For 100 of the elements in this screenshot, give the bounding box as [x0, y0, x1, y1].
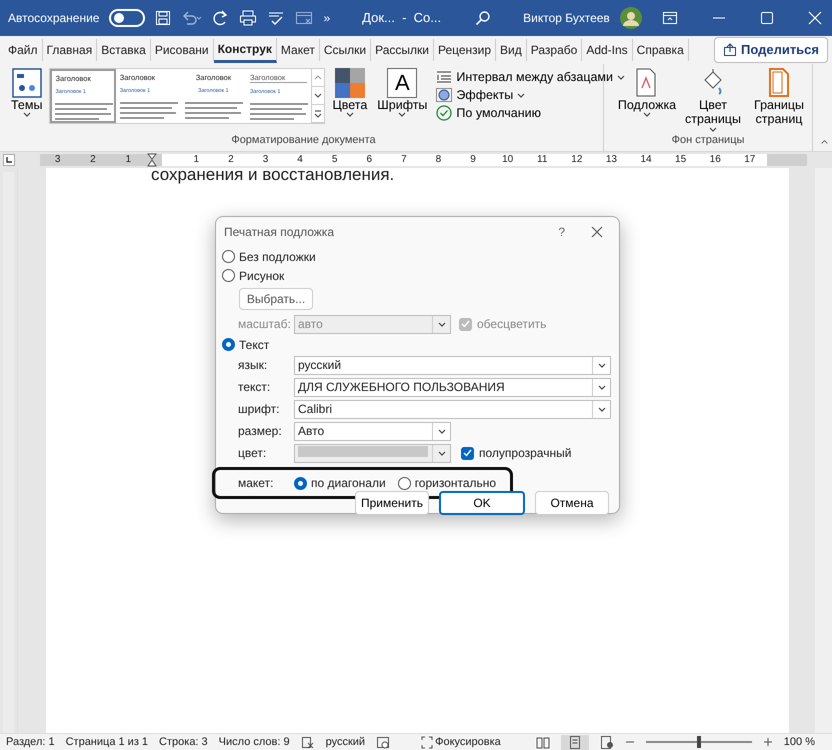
ribbon-tab[interactable]: Вставка	[97, 39, 151, 61]
more-commands-button[interactable]: »	[323, 9, 330, 27]
themes-button[interactable]: Темы	[8, 68, 46, 118]
checkbox[interactable]	[461, 446, 474, 460]
text-lines-icon	[120, 100, 180, 121]
radio-label[interactable]: по диагонали	[311, 474, 386, 492]
radio-button[interactable]	[294, 476, 307, 490]
autosave-toggle[interactable]	[109, 9, 146, 27]
spellcheck-icon[interactable]	[267, 10, 286, 26]
radio-button[interactable]	[222, 338, 235, 351]
group-label: Фон страницы	[670, 132, 746, 148]
page-borders-button[interactable]: Границы страниц	[750, 68, 808, 127]
radio-label[interactable]: Рисунок	[239, 266, 284, 284]
checkbox-label: обесцветить	[477, 316, 546, 333]
ribbon-tab[interactable]: Ссылки	[320, 39, 372, 61]
dropdown-field[interactable]: Авто	[294, 422, 451, 440]
zoom-slider-thumb[interactable]	[696, 736, 701, 748]
printer-icon[interactable]	[239, 10, 258, 26]
caret-icon	[643, 112, 651, 118]
help-button[interactable]: ?	[558, 223, 565, 241]
ribbon-tab[interactable]: Рисовани	[150, 39, 214, 61]
ribbon-tab[interactable]: Вид	[496, 39, 527, 61]
group-label: Форматирование документа	[230, 132, 377, 148]
ruler-number: 15	[674, 154, 688, 166]
user-name: Виктор Бухтеев	[523, 10, 610, 27]
autosave-label: Автосохранение	[8, 10, 100, 27]
dialog-button[interactable]: Отмена	[535, 491, 609, 515]
dropdown-field[interactable]: русский	[294, 356, 611, 374]
window-icon[interactable]	[295, 10, 314, 26]
caret-icon	[438, 322, 446, 326]
ruler-number: 4	[296, 154, 304, 166]
focus-mode-button[interactable]: Фокусировка	[421, 734, 501, 750]
dropdown-field[interactable]: ДЛЯ СЛУЖЕБНОГО ПОЛЬЗОВАНИЯ	[294, 378, 611, 396]
ribbon-tab[interactable]: Разрабо	[526, 39, 582, 61]
scroll-down-icon[interactable]	[314, 92, 322, 100]
text-lines-icon	[55, 102, 114, 121]
share-button[interactable]: Поделиться	[714, 37, 828, 63]
ribbon-display-icon[interactable]	[662, 11, 678, 25]
dialog-button[interactable]: OK	[439, 491, 525, 515]
ribbon-tab[interactable]: Add-Ins	[582, 39, 633, 61]
ruler-margin	[767, 154, 807, 166]
field-label: макет:	[238, 475, 274, 492]
ribbon-tab[interactable]: Макет	[276, 39, 320, 61]
field-label: текст:	[238, 379, 272, 396]
caret-icon	[438, 450, 446, 456]
checkbox[interactable]	[459, 318, 472, 330]
field-label: размер:	[238, 423, 283, 440]
radio-label[interactable]: Без подложки	[239, 248, 316, 266]
caret-icon	[617, 74, 626, 80]
ribbon-tab[interactable]: Справка	[632, 39, 689, 61]
colors-button[interactable]: Цвета	[329, 68, 370, 118]
zoom-percent[interactable]: 100 %	[784, 734, 815, 750]
print-layout-button[interactable]	[560, 734, 589, 750]
ruler-number: 6	[365, 154, 374, 166]
search-icon[interactable]	[475, 10, 492, 26]
radio-button[interactable]	[222, 250, 235, 263]
radio-button[interactable]	[398, 476, 411, 490]
ruler-number: 1	[124, 154, 132, 166]
ruler-number: 2	[227, 154, 235, 166]
ribbon-tab[interactable]: Файл	[4, 39, 43, 61]
maximize-icon[interactable]	[760, 11, 774, 25]
ribbon-tab[interactable]: Главная	[42, 39, 98, 61]
radio-button[interactable]	[222, 269, 235, 282]
tab-stop-icon[interactable]	[3, 154, 15, 166]
radio-label[interactable]: горизонтально	[414, 474, 496, 492]
language-status[interactable]: русский	[326, 734, 366, 750]
proofing-icon[interactable]	[300, 736, 315, 748]
zoom-in-icon[interactable]	[762, 737, 773, 747]
gallery-expand-icon[interactable]	[314, 110, 322, 118]
ribbon-tab[interactable]: Рассылки	[371, 39, 434, 61]
avatar-icon[interactable]	[620, 7, 642, 29]
status-text: Страница 1 из 1	[66, 734, 148, 750]
read-mode-icon[interactable]	[536, 736, 550, 748]
select-picture-button[interactable]: Выбрать...	[239, 288, 313, 310]
ruler-number: 3	[54, 154, 62, 166]
effects-icon	[436, 88, 452, 102]
collapse-ribbon-icon[interactable]	[821, 139, 828, 145]
checkbox-label: полупрозрачный	[479, 445, 572, 462]
web-layout-icon[interactable]	[600, 736, 614, 748]
dropdown-field[interactable]: Calibri	[294, 400, 611, 418]
dialog-button[interactable]: Применить	[355, 491, 429, 515]
fonts-button[interactable]: A Шрифты	[374, 68, 430, 118]
field-label: шрифт:	[238, 401, 280, 418]
document-title: Док... - Со...	[362, 9, 442, 28]
ruler-number: 10	[501, 154, 514, 166]
ruler-number: 14	[639, 154, 653, 166]
ribbon-tab[interactable]: Рецензир	[434, 39, 496, 61]
status-text: Раздел: 1	[6, 734, 55, 750]
document-text: сохранения и восстановления.	[151, 168, 396, 183]
accessibility-icon[interactable]	[376, 736, 390, 748]
undo-icon[interactable]	[181, 10, 204, 26]
dropdown-field[interactable]	[294, 444, 451, 462]
radio-label[interactable]: Текст	[239, 336, 270, 354]
save-icon[interactable]	[155, 10, 172, 26]
redo-icon[interactable]	[213, 10, 230, 26]
caret-icon	[398, 112, 406, 118]
page-color-button[interactable]: Цвет страницы	[684, 68, 742, 132]
indent-marker-icon[interactable]	[147, 153, 157, 167]
scroll-up-icon[interactable]	[314, 74, 322, 82]
close-icon[interactable]	[591, 226, 603, 238]
